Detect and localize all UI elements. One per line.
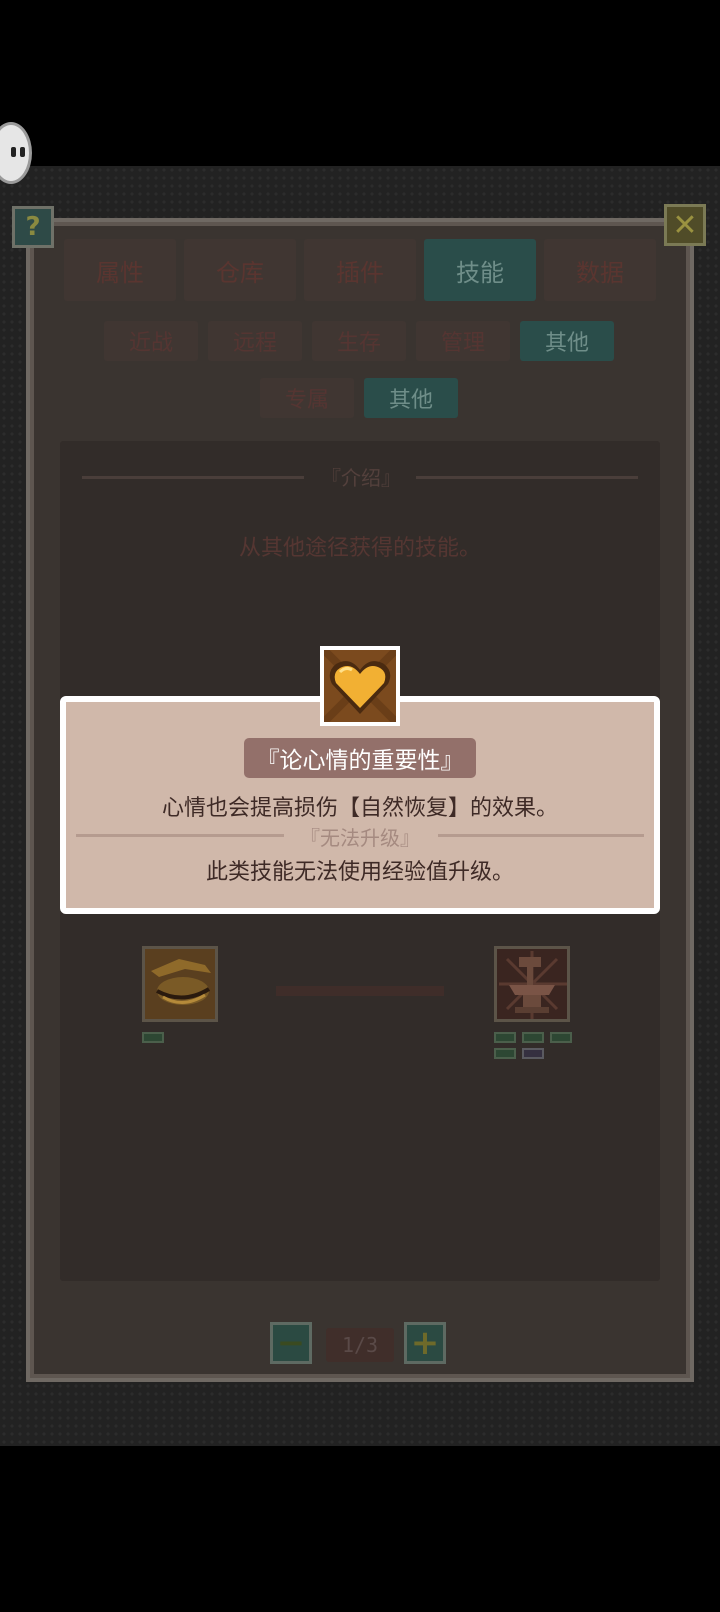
level-pip: [550, 1032, 572, 1043]
eye-icon: [20, 147, 25, 157]
level-pip: [522, 1032, 544, 1043]
divider: [82, 476, 304, 479]
subtab-melee[interactable]: 近战: [104, 321, 198, 361]
tab-plugins[interactable]: 插件: [304, 239, 416, 301]
level-pip: [142, 1032, 164, 1043]
subtab-other[interactable]: 其他: [520, 321, 614, 361]
page-indicator: 1/3: [326, 1328, 394, 1362]
skill-node-anvil[interactable]: [494, 946, 570, 1022]
level-pip: [494, 1032, 516, 1043]
heart-icon: [321, 647, 399, 725]
subtab-misc[interactable]: 其他: [364, 378, 458, 418]
eye-icon: [11, 147, 16, 157]
tab-data[interactable]: 数据: [544, 239, 656, 301]
subtab-management[interactable]: 管理: [416, 321, 510, 361]
anvil-icon: [497, 949, 567, 1019]
skill-subtext: 此类技能无法使用经验值升级。: [205, 860, 514, 885]
skill-link: [276, 986, 444, 996]
divider: [416, 476, 638, 479]
closed-eye-icon: [145, 949, 215, 1019]
level-pip-empty: [522, 1048, 544, 1059]
skill-description: 心情也会提高损伤【自然恢复】的效果。: [161, 796, 558, 821]
close-button[interactable]: ✕: [664, 204, 706, 246]
tab-storage[interactable]: 仓库: [184, 239, 296, 301]
tooltip-icon-frame: [320, 646, 400, 726]
subtab-ranged[interactable]: 远程: [208, 321, 302, 361]
level-pip: [494, 1048, 516, 1059]
skill-name: 『论心情的重要性』: [244, 738, 476, 778]
intro-text: 从其他途径获得的技能。: [238, 536, 481, 561]
tab-attributes[interactable]: 属性: [64, 239, 176, 301]
skill-node-eye[interactable]: [142, 946, 218, 1022]
divider: [76, 834, 284, 837]
intro-heading: 『介绍』: [321, 466, 401, 490]
skill-sublabel: 『无法升级』: [300, 826, 420, 850]
prev-page-button[interactable]: −: [270, 1322, 312, 1364]
subtab-survival[interactable]: 生存: [312, 321, 406, 361]
help-button[interactable]: ?: [12, 206, 54, 248]
divider: [438, 834, 644, 837]
subtab-exclusive[interactable]: 专属: [260, 378, 354, 418]
tab-skills[interactable]: 技能: [424, 239, 536, 301]
next-page-button[interactable]: +: [404, 1322, 446, 1364]
